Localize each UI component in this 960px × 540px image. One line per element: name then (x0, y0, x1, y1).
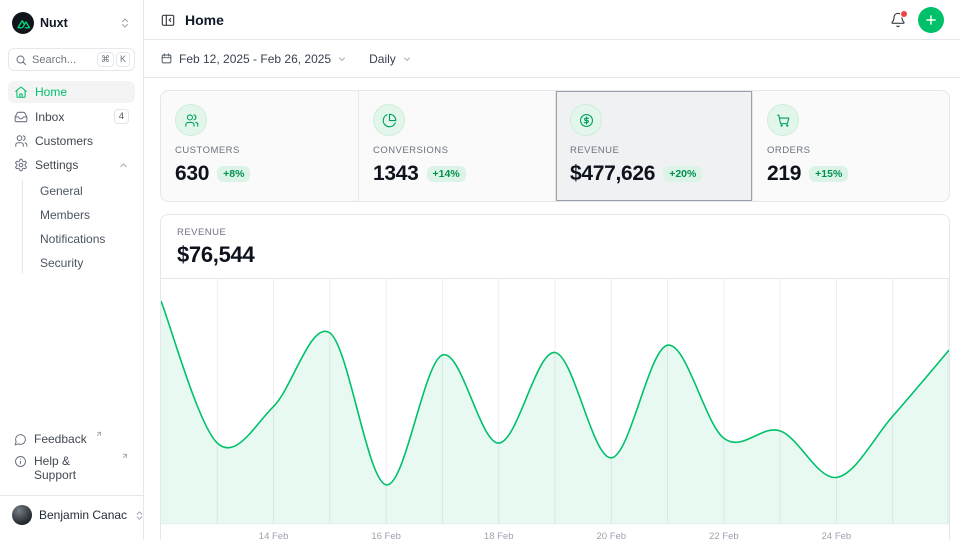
app-root: Nuxt Search... ⌘ K Home (0, 0, 960, 540)
svg-text:20 Feb: 20 Feb (596, 531, 626, 540)
gear-icon (14, 158, 28, 172)
user-name: Benjamin Canac (39, 508, 127, 522)
stat-label: CUSTOMERS (175, 145, 344, 156)
svg-text:16 Feb: 16 Feb (371, 531, 401, 540)
sidebar-nav: Home Inbox 4 Customers Settings (8, 81, 135, 276)
sidebar-item-settings[interactable]: Settings (8, 154, 135, 176)
search-placeholder: Search... (32, 54, 92, 66)
period-select[interactable]: Daily (369, 52, 412, 66)
svg-text:18 Feb: 18 Feb (484, 531, 514, 540)
external-link-icon (121, 452, 129, 460)
sidebar-item-notifications[interactable]: Notifications (36, 228, 135, 250)
footer-link-label: Feedback (34, 432, 87, 446)
search-shortcut: ⌘ K (97, 52, 130, 67)
info-circle-icon (14, 455, 27, 468)
stat-orders[interactable]: ORDERS 219 +15% (752, 91, 949, 201)
nuxt-logo-icon (12, 12, 34, 34)
users-icon (175, 104, 207, 136)
sidebar-item-home[interactable]: Home (8, 81, 135, 103)
sidebar: Nuxt Search... ⌘ K Home (0, 0, 144, 540)
svg-text:22 Feb: 22 Feb (709, 531, 739, 540)
stat-delta-badge: +8% (217, 166, 250, 182)
chat-bubble-icon (14, 433, 27, 446)
page-title: Home (185, 12, 224, 28)
circle-dollar-icon (570, 104, 602, 136)
notifications-button[interactable] (890, 12, 906, 28)
plus-icon (924, 13, 938, 27)
sidebar-collapse-button[interactable] (160, 12, 176, 28)
sidebar-spacer (8, 276, 135, 429)
topbar: Home (144, 0, 960, 40)
stat-label: ORDERS (767, 145, 935, 156)
footer-link-label: Help & Support (34, 454, 113, 482)
notification-dot (900, 10, 908, 18)
sidebar-footer-links: Feedback Help & Support (8, 429, 135, 485)
chevron-up-icon (118, 160, 129, 171)
revenue-area-chart[interactable]: 14 Feb 16 Feb 18 Feb 20 Feb 22 Feb 24 Feb (161, 279, 949, 540)
home-icon (14, 85, 28, 99)
sidebar-item-general[interactable]: General (36, 180, 135, 202)
chevron-select-icon (119, 17, 131, 29)
stat-revenue[interactable]: REVENUE $477,626 +20% (555, 91, 752, 201)
sidebar-item-members[interactable]: Members (36, 204, 135, 226)
stat-label: CONVERSIONS (373, 145, 541, 156)
users-icon (14, 134, 28, 148)
sidebar-item-label: Customers (35, 134, 93, 148)
topbar-actions (890, 7, 944, 33)
sidebar-item-label: Inbox (35, 110, 64, 124)
sidebar-item-security[interactable]: Security (36, 252, 135, 274)
kbd-k: K (116, 52, 130, 67)
external-link-icon (95, 430, 103, 438)
inbox-count-badge: 4 (114, 109, 129, 124)
main-area: Home Feb 12, 2025 - Feb 26, 2025 (144, 0, 960, 540)
kbd-meta: ⌘ (97, 52, 114, 67)
user-menu[interactable]: Benjamin Canac (0, 495, 143, 532)
date-range-value: Feb 12, 2025 - Feb 26, 2025 (179, 52, 331, 66)
inbox-icon (14, 110, 28, 124)
dashboard-content: CUSTOMERS 630 +8% CONVERSIONS 1343 +14% (144, 78, 960, 540)
chart-total-value: $76,544 (177, 242, 933, 268)
search-input[interactable]: Search... ⌘ K (8, 48, 135, 71)
help-support-link[interactable]: Help & Support (8, 451, 135, 485)
avatar (12, 505, 32, 525)
period-value: Daily (369, 52, 396, 66)
team-switcher[interactable]: Nuxt (8, 8, 135, 38)
sidebar-item-customers[interactable]: Customers (8, 130, 135, 152)
stats-row: CUSTOMERS 630 +8% CONVERSIONS 1343 +14% (160, 90, 950, 202)
area-chart-svg: 14 Feb 16 Feb 18 Feb 20 Feb 22 Feb 24 Feb (161, 279, 949, 540)
stat-conversions[interactable]: CONVERSIONS 1343 +14% (358, 91, 555, 201)
sidebar-item-label: Home (35, 85, 67, 99)
sidebar-item-label: Settings (35, 158, 78, 172)
stat-label: REVENUE (570, 145, 738, 156)
stat-customers[interactable]: CUSTOMERS 630 +8% (161, 91, 358, 201)
chart-title: REVENUE (177, 227, 933, 238)
stat-value: 630 (175, 162, 209, 186)
team-name: Nuxt (40, 16, 113, 30)
chart-header: REVENUE $76,544 (161, 215, 949, 279)
chart-pie-icon (373, 104, 405, 136)
stat-delta-badge: +15% (809, 166, 848, 182)
stat-value: $477,626 (570, 162, 655, 186)
stat-delta-badge: +20% (663, 166, 702, 182)
svg-text:14 Feb: 14 Feb (259, 531, 289, 540)
stat-delta-badge: +14% (427, 166, 466, 182)
chevron-down-icon (402, 54, 412, 64)
stat-value: 1343 (373, 162, 419, 186)
settings-subnav: General Members Notifications Security (22, 180, 135, 274)
date-range-picker[interactable]: Feb 12, 2025 - Feb 26, 2025 (160, 52, 347, 66)
svg-text:24 Feb: 24 Feb (822, 531, 852, 540)
revenue-chart-card: REVENUE $76,544 14 Feb 16 Feb 18 Feb 20 Feb… (160, 214, 950, 540)
feedback-link[interactable]: Feedback (8, 429, 135, 449)
add-button[interactable] (918, 7, 944, 33)
chevron-down-icon (337, 54, 347, 64)
sidebar-item-inbox[interactable]: Inbox 4 (8, 105, 135, 128)
stat-value: 219 (767, 162, 801, 186)
calendar-icon (160, 52, 173, 65)
search-icon (15, 54, 27, 66)
shopping-cart-icon (767, 104, 799, 136)
filter-toolbar: Feb 12, 2025 - Feb 26, 2025 Daily (144, 40, 960, 78)
